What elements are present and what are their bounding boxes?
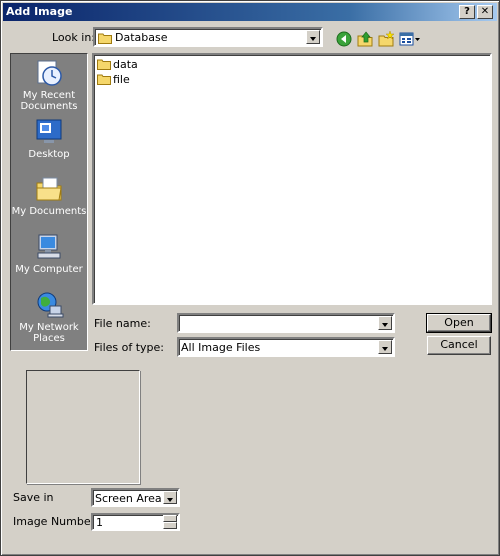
cancel-button[interactable]: Cancel (427, 336, 491, 355)
file-name-label: File name: (94, 317, 151, 330)
help-button[interactable]: ? (459, 5, 475, 19)
look-in-value: Database (115, 31, 168, 44)
my-documents-icon (36, 177, 62, 201)
place-label: Desktop (28, 149, 70, 160)
place-label: My Computer (15, 264, 83, 275)
save-in-value: Screen Area (95, 492, 162, 505)
spin-down-icon[interactable] (163, 522, 177, 529)
chevron-down-icon[interactable] (378, 316, 392, 330)
look-in-label: Look in: (52, 31, 95, 44)
window-title: Add Image (6, 5, 73, 18)
image-number-stepper[interactable]: 1 (91, 513, 180, 531)
image-number-value: 1 (96, 516, 103, 529)
back-icon[interactable] (336, 31, 352, 47)
file-type-label: Files of type: (94, 341, 165, 354)
view-menu-icon[interactable] (399, 31, 421, 47)
add-image-dialog: Add Image ? ✕ Look in: Database My Recen… (0, 0, 500, 556)
chevron-down-icon[interactable] (306, 30, 320, 44)
close-button[interactable]: ✕ (477, 5, 493, 19)
up-folder-icon[interactable] (357, 31, 373, 47)
place-label: My Documents (11, 206, 87, 217)
file-type-dropdown[interactable]: All Image Files (177, 337, 395, 357)
my-computer-icon (37, 234, 61, 259)
file-name-text: file (113, 73, 130, 86)
chevron-down-icon[interactable] (378, 340, 392, 354)
image-preview (26, 370, 140, 484)
place-label: My Recent Documents (20, 90, 78, 112)
recent-documents-icon (37, 60, 62, 86)
chevron-down-icon[interactable] (163, 491, 177, 504)
place-my-computer[interactable]: My Computer (11, 232, 87, 275)
spin-up-icon[interactable] (163, 515, 177, 522)
folder-icon (98, 33, 112, 44)
place-recent-documents[interactable]: My Recent Documents (11, 58, 87, 112)
places-bar: My Recent Documents Desktop My Documents… (10, 53, 88, 351)
file-name-input[interactable] (177, 313, 395, 333)
file-name-text: data (113, 58, 138, 71)
save-in-dropdown[interactable]: Screen Area (91, 488, 180, 507)
save-in-label: Save in (13, 491, 54, 504)
place-desktop[interactable]: Desktop (11, 117, 87, 160)
desktop-icon (36, 119, 62, 143)
title-bar[interactable]: Add Image ? ✕ (3, 3, 497, 21)
file-list[interactable]: data file (92, 53, 492, 305)
place-label: My Network Places (19, 322, 79, 344)
image-number-label: Image Number (13, 515, 96, 528)
look-in-dropdown[interactable]: Database (93, 27, 323, 47)
file-type-value: All Image Files (181, 341, 261, 354)
folder-icon (97, 59, 111, 70)
place-my-documents[interactable]: My Documents (11, 174, 87, 217)
folder-icon (97, 74, 111, 85)
open-button[interactable]: Open (426, 313, 492, 333)
place-network-places[interactable]: My Network Places (11, 290, 87, 344)
network-places-icon (37, 292, 64, 318)
new-folder-icon[interactable] (378, 31, 394, 47)
